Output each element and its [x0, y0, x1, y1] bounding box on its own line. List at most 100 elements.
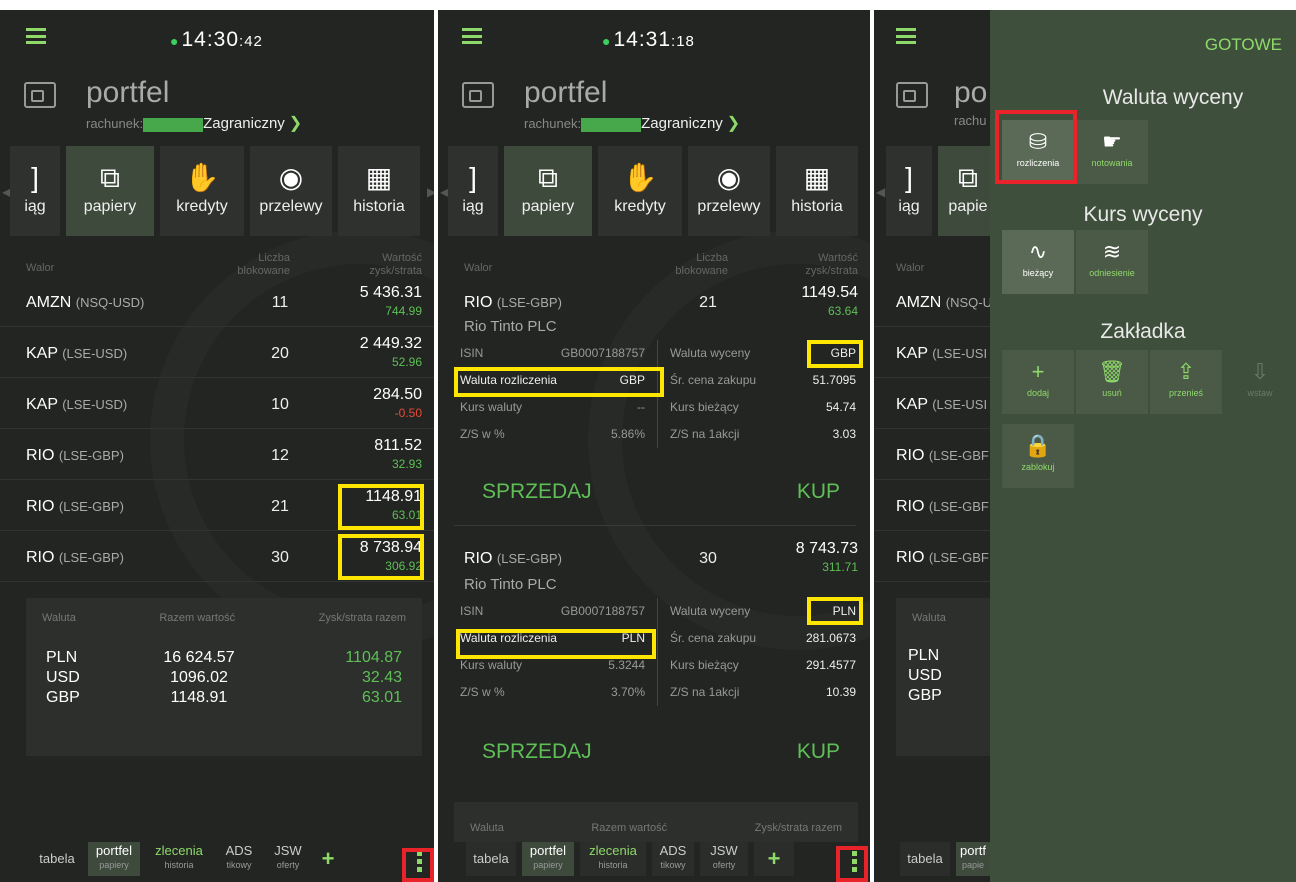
tab-tabela[interactable]: tabela — [900, 842, 950, 876]
add-tab-button[interactable]: + — [316, 842, 340, 876]
delete-button[interactable]: 🗑 usuń — [1076, 350, 1148, 414]
account-selector[interactable]: rachu — [954, 113, 987, 128]
bottom-tabbar: tabela portfel papiery zlecenia historia A… — [438, 834, 870, 882]
table-row[interactable]: KAP (LSE-USD) 20 2 449.32 52.96 — [0, 327, 434, 378]
tab-historia[interactable]: ▦ historia — [776, 146, 858, 236]
portfolio-screen-details: ●14:31:18 portfel rachunek: Zagraniczny ❯ … — [438, 10, 870, 882]
instrument-name: Rio Tinto PLC — [464, 576, 557, 593]
menu-icon[interactable] — [462, 28, 482, 44]
highlight-box — [338, 484, 424, 530]
tab-przelewy[interactable]: ◉ przelewy — [250, 146, 332, 236]
account-number-mask — [581, 117, 642, 132]
papers-icon: ⧉ — [538, 162, 558, 193]
category-tabs: ] iąg ⧉ papiery ✋ kredyty ◉ przelewy ▦ histor… — [0, 146, 434, 236]
calendar-icon: ▦ — [365, 162, 393, 193]
tab-jsw[interactable]: JSW oferty — [700, 842, 748, 876]
tab-tabela[interactable]: tabela — [32, 842, 82, 876]
document-icon: ] — [31, 162, 39, 193]
table-row[interactable]: KAP (LSE-USD) 10 284.50 -0.50 — [0, 378, 434, 429]
tab-portfel[interactable]: portfel papiery — [88, 842, 140, 876]
instrument-name: Rio Tinto PLC — [464, 318, 557, 335]
option-odniesienie[interactable]: ≋ odniesienie — [1076, 230, 1148, 294]
highlight-box — [456, 629, 656, 659]
line-chart-icon: ∿ — [1028, 239, 1048, 264]
tab-ads[interactable]: ADS tikowy — [218, 842, 260, 876]
highlight-box — [338, 534, 424, 580]
done-button[interactable]: GOTOWE — [1205, 35, 1282, 55]
tab-zlecenia[interactable]: zlecenia historia — [146, 842, 212, 876]
money-hand-icon: ✋ — [622, 162, 658, 193]
tab-zlecenia[interactable]: zlecenia historia — [580, 842, 646, 876]
upload-icon: ⇪ — [1176, 359, 1196, 384]
highlight-box — [836, 846, 868, 882]
highlight-box — [807, 340, 863, 368]
section-waluta-wyceny: Waluta wyceny — [1102, 86, 1244, 109]
money-hand-icon: ✋ — [184, 162, 220, 193]
tab-przelewy[interactable]: ◉ przelewy — [688, 146, 770, 236]
add-button[interactable]: + dodaj — [1002, 350, 1074, 414]
tab-wyciag[interactable]: ] iąg — [448, 146, 498, 236]
tab-ads[interactable]: ADS tikowy — [652, 842, 694, 876]
menu-icon[interactable] — [26, 28, 46, 44]
tab-portfel[interactable]: portfel papiery — [522, 842, 574, 876]
bottom-tabbar: tabela portfel papiery zlecenia historia A… — [0, 834, 434, 882]
portfolio-screen-list: ●14:30:42 portfel rachunek: Zagraniczny ❯ … — [0, 10, 434, 882]
account-selector[interactable]: rachunek: Zagraniczny ❯ — [524, 113, 740, 133]
tab-papiery[interactable]: ⧉ papie — [938, 146, 998, 236]
insert-button[interactable]: ⇩ wstaw — [1224, 350, 1296, 414]
tab-portfel[interactable]: portf papie — [956, 842, 990, 876]
buy-button[interactable]: KUP — [797, 480, 840, 504]
section-zakladka: Zakładka — [1100, 320, 1186, 343]
wallet-icon — [24, 82, 56, 108]
chevron-right-icon: ❯ — [288, 115, 303, 132]
tab-tabela[interactable]: tabela — [466, 842, 516, 876]
calendar-icon: ▦ — [803, 162, 831, 193]
coins-icon: ◉ — [278, 162, 304, 193]
menu-icon[interactable] — [896, 28, 916, 44]
tab-kredyty[interactable]: ✋ kredyty — [160, 146, 244, 236]
lock-button[interactable]: 🔒 zablokuj — [1002, 424, 1074, 488]
page-title: portfel — [86, 76, 170, 109]
section-kurs-wyceny: Kurs wyceny — [1083, 203, 1203, 226]
papers-icon: ⧉ — [958, 162, 978, 193]
summary-panel: Waluta Razem wartość Zysk/strata razem PLN… — [26, 598, 422, 756]
highlight-box — [807, 597, 863, 625]
summary-row: USD 1096.02 32.43 — [46, 669, 402, 686]
account-selector[interactable]: rachunek: Zagraniczny ❯ — [86, 113, 302, 133]
highlight-box — [454, 367, 664, 397]
divider — [454, 525, 856, 526]
tab-papiery[interactable]: ⧉ papiery — [66, 146, 154, 236]
tab-historia[interactable]: ▦ historia — [338, 146, 420, 236]
add-tab-button[interactable]: + — [754, 842, 794, 876]
lock-icon: 🔒 — [1024, 433, 1052, 458]
document-icon: ] — [469, 162, 477, 193]
hand-coins-icon: ☛ — [1102, 129, 1122, 154]
summary-row: GBP 1148.91 63.01 — [46, 689, 402, 706]
settings-drawer: GOTOWE Waluta wyceny ⛁ rozliczenia ☛ notow… — [990, 10, 1296, 882]
category-tabs: ] iąg ⧉ papiery ✋ kredyty ◉ przelewy ▦ histor… — [438, 146, 870, 236]
tab-wyciag[interactable]: ] iąg — [886, 146, 932, 236]
option-notowania[interactable]: ☛ notowania — [1076, 120, 1148, 184]
tab-jsw[interactable]: JSW oferty — [264, 842, 312, 876]
document-icon: ] — [905, 162, 913, 193]
highlight-box — [995, 110, 1077, 184]
tab-wyciag[interactable]: ] iąg — [10, 146, 60, 236]
tab-papiery[interactable]: ⧉ papiery — [504, 146, 592, 236]
sell-button[interactable]: SPRZEDAJ — [482, 740, 592, 764]
highlight-box — [402, 848, 434, 882]
option-biezacy[interactable]: ∿ bieżący — [1002, 230, 1074, 294]
papers-icon: ⧉ — [100, 162, 120, 193]
download-tray-icon: ⇩ — [1250, 359, 1270, 384]
compare-chart-icon: ≋ — [1102, 239, 1122, 264]
wallet-icon — [896, 82, 928, 108]
buy-button[interactable]: KUP — [797, 740, 840, 764]
trash-icon: 🗑 — [1098, 359, 1126, 384]
page-title: portfel — [524, 76, 608, 109]
clock: ●14:31:18 — [602, 28, 695, 51]
table-row[interactable]: RIO (LSE-GBP) 12 811.52 32.93 — [0, 429, 434, 480]
table-row[interactable]: AMZN (NSQ-USD) 11 5 436.31 744.99 — [0, 276, 434, 327]
tab-kredyty[interactable]: ✋ kredyty — [598, 146, 682, 236]
move-button[interactable]: ⇪ przenieś — [1150, 350, 1222, 414]
account-number-mask — [143, 117, 204, 132]
sell-button[interactable]: SPRZEDAJ — [482, 480, 592, 504]
